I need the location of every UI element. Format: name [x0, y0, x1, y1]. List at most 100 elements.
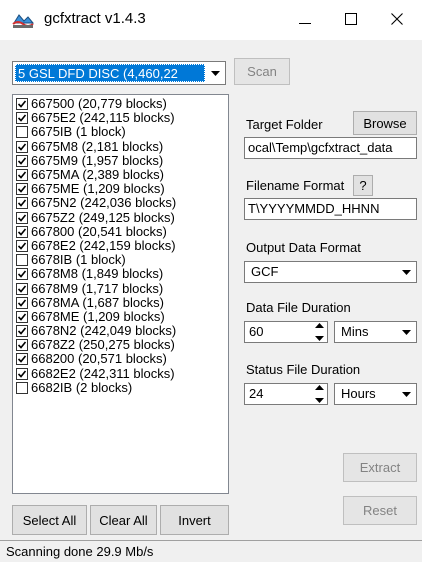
checkbox-checked-icon[interactable] — [16, 239, 28, 252]
checkbox-checked-icon[interactable] — [16, 339, 28, 352]
checkbox-checked-icon[interactable] — [16, 282, 28, 295]
data-duration-label: Data File Duration — [246, 300, 351, 315]
window-title: gcfxtract v1.4.3 — [44, 10, 146, 27]
invert-button[interactable]: Invert — [160, 505, 229, 535]
status-duration-unit: Hours — [341, 386, 376, 401]
checkbox-unchecked-icon[interactable] — [16, 126, 28, 139]
list-item[interactable]: 6675MA (2,389 blocks) — [16, 168, 228, 182]
stream-label: 6682IB (2 blocks) — [31, 379, 133, 395]
checkbox-checked-icon[interactable] — [16, 154, 28, 167]
stream-label: 6678M9 (1,717 blocks) — [31, 280, 164, 296]
list-item[interactable]: 6675M9 (1,957 blocks) — [16, 152, 228, 168]
stream-label: 6678Z2 (250,275 blocks) — [31, 337, 175, 353]
close-icon — [391, 12, 403, 28]
status-duration-spinner[interactable]: 24 — [244, 383, 328, 405]
list-item[interactable]: 6678IB (1 block) — [16, 253, 228, 267]
status-duration-value: 24 — [249, 386, 264, 401]
list-item[interactable]: 6678MA (1,687 blocks) — [16, 294, 228, 310]
stream-label: 6678IB (1 block) — [31, 252, 126, 268]
filename-format-label: Filename Format — [246, 178, 345, 193]
stream-label: 6675N2 (242,036 blocks) — [31, 195, 177, 211]
minimize-icon — [299, 13, 311, 28]
app-icon — [12, 10, 35, 30]
list-item[interactable]: 667500 (20,779 blocks) — [16, 97, 228, 111]
list-item[interactable]: 668200 (20,571 blocks) — [16, 352, 228, 366]
select-all-button[interactable]: Select All — [12, 505, 87, 535]
stream-label: 667800 (20,541 blocks) — [31, 223, 167, 239]
clear-all-button[interactable]: Clear All — [90, 505, 157, 535]
stream-label: 667500 (20,779 blocks) — [31, 96, 167, 112]
list-item[interactable]: 6675N2 (242,036 blocks) — [16, 196, 228, 210]
status-duration-label: Status File Duration — [246, 362, 361, 377]
minimize-button[interactable] — [282, 0, 328, 40]
stream-label: 6675IB (1 block) — [31, 124, 126, 140]
maximize-icon — [345, 12, 357, 28]
spin-arrows-icon[interactable] — [312, 323, 326, 341]
checkbox-checked-icon[interactable] — [16, 211, 28, 224]
list-item[interactable]: 6678Z2 (250,275 blocks) — [16, 338, 228, 352]
checkbox-checked-icon[interactable] — [16, 112, 28, 125]
data-duration-unit-dropdown[interactable]: Mins — [334, 321, 417, 343]
status-duration-unit-dropdown[interactable]: Hours — [334, 383, 417, 405]
data-duration-value: 60 — [249, 324, 264, 339]
list-item[interactable]: 6675M8 (2,181 blocks) — [16, 139, 228, 154]
reset-button[interactable]: Reset — [343, 496, 417, 525]
spin-arrows-icon[interactable] — [312, 385, 326, 403]
help-button[interactable]: ? — [353, 175, 373, 196]
list-item[interactable]: 6682E2 (242,311 blocks) — [16, 366, 228, 381]
list-item[interactable]: 6675IB (1 block) — [16, 125, 228, 139]
checkbox-checked-icon[interactable] — [16, 268, 28, 281]
stream-label: 6678ME (1,209 blocks) — [31, 308, 165, 324]
list-item[interactable]: 6678N2 (242,049 blocks) — [16, 324, 228, 338]
scan-button[interactable]: Scan — [234, 58, 290, 85]
title-bar: gcfxtract v1.4.3 — [0, 0, 422, 40]
list-item[interactable]: 6675Z2 (249,125 blocks) — [16, 209, 228, 225]
checkbox-checked-icon[interactable] — [16, 310, 28, 323]
data-duration-unit: Mins — [341, 324, 369, 339]
target-folder-field[interactable]: ocal\Temp\gcfxtract_data — [244, 137, 417, 159]
checkbox-checked-icon[interactable] — [16, 367, 28, 380]
stream-label: 6675Z2 (249,125 blocks) — [31, 209, 175, 225]
list-item[interactable]: 667800 (20,541 blocks) — [16, 223, 228, 239]
chevron-down-icon[interactable] — [398, 322, 414, 342]
checkbox-checked-icon[interactable] — [16, 353, 28, 366]
status-bar: Scanning done 29.9 Mb/s — [0, 540, 422, 562]
list-item[interactable]: 6675ME (1,209 blocks) — [16, 182, 228, 196]
checkbox-checked-icon[interactable] — [16, 140, 28, 153]
list-item[interactable]: 6682IB (2 blocks) — [16, 379, 228, 395]
list-item[interactable]: 6678E2 (242,159 blocks) — [16, 237, 228, 253]
output-format-dropdown[interactable]: GCF — [244, 261, 417, 283]
data-duration-spinner[interactable]: 60 — [244, 321, 328, 343]
close-button[interactable] — [374, 0, 420, 40]
checkbox-checked-icon[interactable] — [16, 183, 28, 196]
chevron-down-icon[interactable] — [205, 62, 225, 84]
browse-button[interactable]: Browse — [353, 111, 417, 135]
stream-label: 6675MA (2,389 blocks) — [31, 167, 164, 183]
checkbox-checked-icon[interactable] — [16, 98, 28, 111]
list-item[interactable]: 6678ME (1,209 blocks) — [16, 308, 228, 324]
stream-list[interactable]: 667500 (20,779 blocks) 6675E2 (242,115 bl… — [12, 94, 229, 494]
stream-label: 6675M9 (1,957 blocks) — [31, 152, 164, 168]
target-folder-label: Target Folder — [246, 117, 323, 132]
output-format-value: GCF — [251, 264, 279, 279]
stream-label: 6678MA (1,687 blocks) — [31, 294, 164, 310]
maximize-button[interactable] — [328, 0, 374, 40]
list-item[interactable]: 6675E2 (242,115 blocks) — [16, 111, 228, 125]
stream-label: 6678E2 (242,159 blocks) — [31, 237, 176, 253]
stream-label: 6678N2 (242,049 blocks) — [31, 323, 177, 339]
checkbox-unchecked-icon[interactable] — [16, 381, 28, 394]
status-text: Scanning done 29.9 Mb/s — [6, 544, 154, 559]
checkbox-unchecked-icon[interactable] — [16, 254, 28, 267]
checkbox-checked-icon[interactable] — [16, 225, 28, 238]
checkbox-checked-icon[interactable] — [16, 325, 28, 338]
list-item[interactable]: 6678M8 (1,849 blocks) — [16, 267, 228, 281]
checkbox-checked-icon[interactable] — [16, 197, 28, 210]
checkbox-checked-icon[interactable] — [16, 296, 28, 309]
chevron-down-icon[interactable] — [398, 262, 414, 282]
extract-button[interactable]: Extract — [343, 453, 417, 482]
chevron-down-icon[interactable] — [398, 384, 414, 404]
filename-format-field[interactable]: T\YYYYMMDD_HHNN — [244, 198, 417, 220]
list-item[interactable]: 6678M9 (1,717 blocks) — [16, 281, 228, 295]
checkbox-checked-icon[interactable] — [16, 169, 28, 182]
volume-dropdown[interactable]: 5 GSL DFD DISC (4,460,22 — [12, 61, 226, 85]
